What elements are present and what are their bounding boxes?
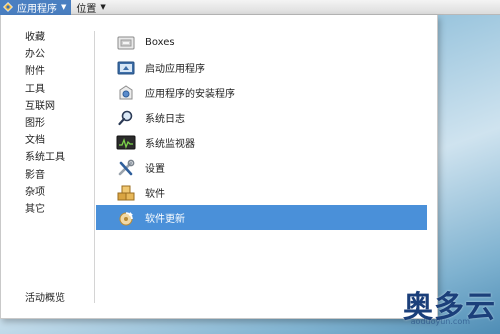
app-item-software-update[interactable]: 软件更新 (96, 205, 427, 230)
app-item-startup-applications[interactable]: 启动应用程序 (96, 55, 427, 80)
app-item-label: 设置 (145, 164, 165, 175)
top-panel: 应用程序 ▼ 位置 ▼ (0, 0, 500, 15)
category-list: 收藏 办公 附件 工具 互联网 图形 文档 系统工具 影音 杂项 其它 (25, 29, 65, 218)
app-item-label: 启动应用程序 (145, 64, 205, 75)
app-item-label: 应用程序的安装程序 (145, 89, 235, 100)
category-other[interactable]: 其它 (25, 201, 65, 218)
app-item-label: 系统监视器 (145, 139, 195, 150)
monitor-icon (116, 134, 136, 152)
startup-apps-icon (116, 59, 136, 77)
app-item-software[interactable]: 软件 (96, 180, 427, 205)
app-item-label: Boxes (145, 37, 175, 48)
app-item-system-log[interactable]: 系统日志 (96, 105, 427, 130)
applications-menu-button[interactable]: 应用程序 ▼ (0, 0, 72, 15)
app-item-label: 系统日志 (145, 114, 185, 125)
places-menu-label: 位置 (76, 3, 97, 15)
category-office[interactable]: 办公 (25, 46, 65, 63)
menu-divider (94, 31, 95, 303)
applications-menu: 收藏 办公 附件 工具 互联网 图形 文档 系统工具 影音 杂项 其它 活动概览… (0, 15, 438, 319)
activities-overview-link[interactable]: 活动概览 (25, 289, 65, 304)
watermark-url: aoduoyun.com (410, 317, 470, 326)
installer-icon (116, 84, 136, 102)
app-item-installer[interactable]: 应用程序的安装程序 (96, 80, 427, 105)
category-accessories[interactable]: 附件 (25, 63, 65, 80)
app-item-label: 软件更新 (145, 214, 185, 225)
tools-icon (116, 159, 136, 177)
category-graphics[interactable]: 图形 (25, 115, 65, 132)
app-item-boxes[interactable]: Boxes (96, 30, 427, 55)
chevron-down-icon: ▼ (61, 3, 67, 11)
applications-logo-icon (3, 2, 13, 12)
category-documentation[interactable]: 文档 (25, 132, 65, 149)
category-system-tools[interactable]: 系统工具 (25, 149, 65, 166)
boxes-icon (116, 34, 136, 52)
places-menu-button[interactable]: 位置 ▼ (73, 0, 110, 15)
app-item-label: 软件 (145, 189, 165, 200)
category-tools[interactable]: 工具 (25, 81, 65, 98)
category-sundry[interactable]: 杂项 (25, 184, 65, 201)
app-list: Boxes 启动应用程序 应用程序的安装程序 系统日志 系统监视器 设置 软件 … (96, 30, 427, 230)
software-icon (116, 184, 136, 202)
update-icon (116, 209, 136, 227)
chevron-down-icon: ▼ (100, 3, 106, 11)
applications-menu-label: 应用程序 (17, 3, 57, 15)
category-favorites[interactable]: 收藏 (25, 29, 65, 46)
category-internet[interactable]: 互联网 (25, 98, 65, 115)
log-search-icon (116, 109, 136, 127)
app-item-settings[interactable]: 设置 (96, 155, 427, 180)
app-item-system-monitor[interactable]: 系统监视器 (96, 130, 427, 155)
category-sound-video[interactable]: 影音 (25, 167, 65, 184)
